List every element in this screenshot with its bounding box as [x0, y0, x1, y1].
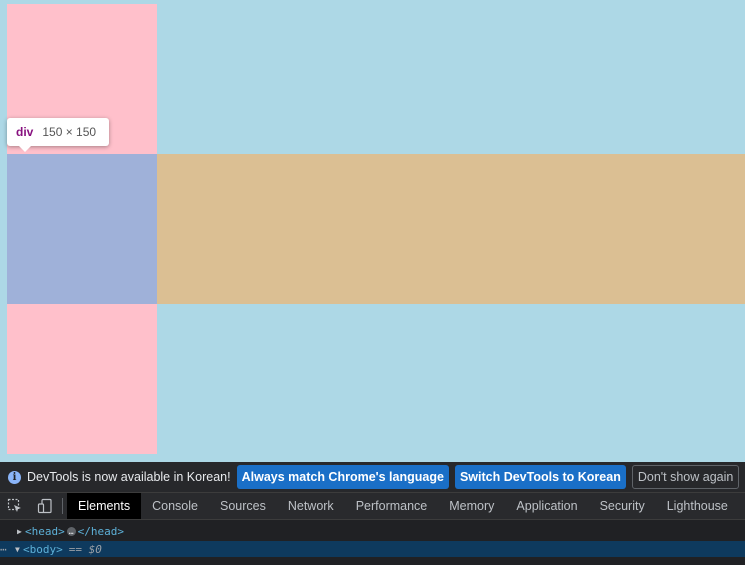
dont-show-again-button[interactable]: Don't show again	[631, 465, 740, 489]
tab-lighthouse[interactable]: Lighthouse	[656, 493, 739, 519]
match-language-button[interactable]: Always match Chrome's language	[236, 465, 449, 489]
dom-tree: ▶ <head> … </head> ⋯ ▼ <body> == $0	[0, 520, 745, 565]
language-infobar: i DevTools is now available in Korean! A…	[0, 462, 745, 493]
tab-network[interactable]: Network	[277, 493, 345, 519]
inspect-tooltip: div 150 × 150	[7, 118, 109, 152]
tab-elements[interactable]: Elements	[67, 493, 142, 519]
device-toolbar-icon[interactable]	[30, 493, 60, 519]
tab-console[interactable]: Console	[141, 493, 209, 519]
info-icon: i	[8, 470, 21, 484]
more-actions-icon[interactable]: ⋯	[0, 543, 15, 556]
tan-row-box	[157, 154, 745, 304]
devtools-tab-bar: Elements Console Sources Network Perform…	[0, 493, 745, 520]
expand-arrow-icon[interactable]: ▶	[17, 527, 25, 536]
tab-memory[interactable]: Memory	[438, 493, 505, 519]
body-open-tag: <body>	[23, 542, 63, 556]
dom-node-body[interactable]: ⋯ ▼ <body> == $0	[0, 541, 745, 557]
tab-sources[interactable]: Sources	[209, 493, 277, 519]
devtools-panel: i DevTools is now available in Korean! A…	[0, 462, 745, 565]
dom-node-head[interactable]: ▶ <head> … </head>	[0, 523, 745, 539]
highlighted-div-box	[7, 154, 157, 304]
collapsed-ellipsis-icon[interactable]: …	[66, 526, 76, 536]
tooltip-dimensions: 150 × 150	[42, 125, 97, 139]
tab-performance[interactable]: Performance	[345, 493, 439, 519]
tooltip-tag-name: div	[16, 125, 34, 139]
selected-node-marker: == $0	[68, 542, 102, 556]
tab-security[interactable]: Security	[589, 493, 656, 519]
infobar-message: DevTools is now available in Korean!	[27, 470, 231, 484]
head-close-tag: </head>	[77, 524, 124, 538]
head-open-tag: <head>	[25, 524, 65, 538]
collapse-arrow-icon[interactable]: ▼	[15, 545, 23, 554]
switch-korean-button[interactable]: Switch DevTools to Korean	[454, 465, 626, 489]
toolbar-separator	[62, 498, 63, 514]
inspect-element-icon[interactable]	[0, 493, 30, 519]
page-viewport: div 150 × 150	[0, 0, 745, 462]
tab-application[interactable]: Application	[505, 493, 588, 519]
